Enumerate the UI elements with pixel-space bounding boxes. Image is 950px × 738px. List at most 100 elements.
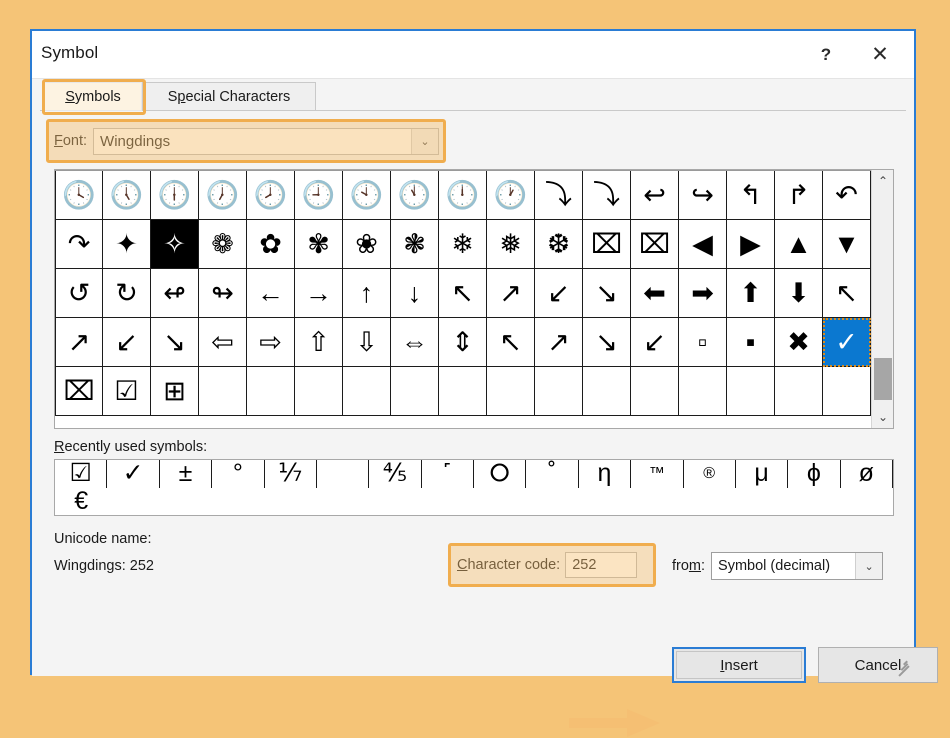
symbol-cell-empty[interactable] bbox=[295, 367, 343, 416]
symbol-cell[interactable]: ⌧ bbox=[55, 367, 103, 416]
symbol-cell[interactable]: ↖ bbox=[823, 269, 871, 318]
chevron-down-icon[interactable]: ⌄ bbox=[872, 406, 894, 428]
recent-symbol[interactable]: ˹ bbox=[422, 460, 474, 488]
symbol-cell[interactable]: ↗ bbox=[487, 269, 535, 318]
symbol-cell[interactable]: ✿ bbox=[247, 220, 295, 269]
insert-button[interactable]: Insert bbox=[672, 647, 806, 683]
symbol-cell[interactable]: ⬆ bbox=[727, 269, 775, 318]
character-code-input[interactable]: 252 bbox=[565, 552, 638, 578]
help-icon[interactable]: ? bbox=[802, 31, 850, 78]
chevron-down-icon[interactable]: ⌄ bbox=[855, 553, 883, 579]
recent-symbol[interactable]: ™ bbox=[631, 460, 684, 488]
symbol-cell[interactable]: ↗ bbox=[535, 318, 583, 367]
symbol-cell[interactable]: ➡ bbox=[679, 269, 727, 318]
symbol-cell[interactable]: ❅ bbox=[487, 220, 535, 269]
recent-symbol[interactable]: ± bbox=[160, 460, 213, 488]
symbol-cell-empty[interactable] bbox=[631, 367, 679, 416]
symbol-cell[interactable]: ▼ bbox=[823, 220, 871, 269]
symbol-cell[interactable]: ↰ bbox=[727, 171, 775, 220]
symbol-cell-empty[interactable] bbox=[391, 367, 439, 416]
symbol-cell[interactable]: ↘ bbox=[583, 269, 631, 318]
symbol-cell[interactable]: ▪ bbox=[727, 318, 775, 367]
symbol-cell-empty[interactable] bbox=[535, 367, 583, 416]
recent-symbol[interactable]: ⅘ bbox=[369, 460, 422, 488]
symbol-cell[interactable]: ⬅ bbox=[631, 269, 679, 318]
symbol-cell-empty[interactable] bbox=[487, 367, 535, 416]
symbol-cell[interactable]: ❄ bbox=[439, 220, 487, 269]
symbol-cell[interactable]: ⇦ bbox=[199, 318, 247, 367]
symbol-cell[interactable]: ↘ bbox=[151, 318, 199, 367]
symbol-cell[interactable]: ⬇ bbox=[775, 269, 823, 318]
symbol-cell[interactable]: ↻ bbox=[103, 269, 151, 318]
symbol-cell[interactable]: ⊞ bbox=[151, 367, 199, 416]
symbol-cell[interactable]: ↪ bbox=[679, 171, 727, 220]
symbol-cell[interactable]: 🕚 bbox=[391, 171, 439, 220]
symbol-cell[interactable]: ↑ bbox=[343, 269, 391, 318]
symbol-cell-empty[interactable] bbox=[439, 367, 487, 416]
symbol-cell[interactable]: ⇔ bbox=[391, 318, 439, 367]
symbol-cell[interactable]: → bbox=[295, 269, 343, 318]
scrollbar-thumb[interactable] bbox=[874, 358, 892, 400]
symbol-cell[interactable]: ▫ bbox=[679, 318, 727, 367]
symbol-cell[interactable]: ✦ bbox=[103, 220, 151, 269]
symbol-cell-empty[interactable] bbox=[679, 367, 727, 416]
symbol-cell-empty[interactable] bbox=[583, 367, 631, 416]
recent-symbol[interactable]: ø bbox=[841, 460, 893, 488]
symbol-cell[interactable]: ↙ bbox=[631, 318, 679, 367]
symbol-cell[interactable]: ⇧ bbox=[295, 318, 343, 367]
recent-symbol[interactable]: ⅐ bbox=[265, 460, 317, 488]
symbol-cell[interactable]: 🕐 bbox=[487, 171, 535, 220]
symbol-cell[interactable]: ✾ bbox=[295, 220, 343, 269]
symbol-cell[interactable]: ↫ bbox=[151, 269, 199, 318]
symbol-cell[interactable]: ↙ bbox=[535, 269, 583, 318]
symbol-cell-empty[interactable] bbox=[343, 367, 391, 416]
recent-symbol[interactable]: μ bbox=[736, 460, 789, 488]
symbol-cell[interactable]: 🕗 bbox=[247, 171, 295, 220]
recent-symbol[interactable]: ˚ bbox=[526, 460, 579, 488]
recent-symbol[interactable]: ☑ bbox=[55, 460, 108, 488]
symbol-cell[interactable]: ↙ bbox=[103, 318, 151, 367]
symbol-cell[interactable]: ▶ bbox=[727, 220, 775, 269]
chevron-down-icon[interactable]: ⌄ bbox=[411, 128, 438, 154]
symbol-cell[interactable]: ↖ bbox=[439, 269, 487, 318]
symbol-cell[interactable]: ❆ bbox=[535, 220, 583, 269]
resize-grip[interactable] bbox=[896, 658, 912, 677]
recent-symbol[interactable]: ® bbox=[684, 460, 736, 488]
recent-symbol[interactable]: € bbox=[55, 488, 107, 516]
symbol-cell[interactable]: ◀ bbox=[679, 220, 727, 269]
symbol-cell[interactable]: ⇕ bbox=[439, 318, 487, 367]
recent-symbol[interactable]: ✓ bbox=[107, 460, 160, 488]
symbol-cell[interactable]: 🕕 bbox=[151, 171, 199, 220]
from-combobox[interactable]: Symbol (decimal) ⌄ bbox=[711, 552, 884, 580]
font-combobox[interactable]: Wingdings ⌄ bbox=[93, 127, 439, 155]
symbol-cell-empty[interactable] bbox=[199, 367, 247, 416]
symbol-cell[interactable]: ❁ bbox=[199, 220, 247, 269]
recent-symbol[interactable]: ⭘ bbox=[474, 460, 527, 488]
symbol-cell[interactable]: ↺ bbox=[55, 269, 103, 318]
recent-symbol[interactable]: ° bbox=[212, 460, 265, 488]
symbol-cell-selected[interactable]: ✓ bbox=[823, 318, 871, 367]
symbol-cell-empty[interactable] bbox=[247, 367, 295, 416]
symbol-cell[interactable]: ⤵ bbox=[535, 171, 583, 220]
symbol-cell[interactable]: 🕙 bbox=[343, 171, 391, 220]
symbol-cell[interactable]: ↖ bbox=[487, 318, 535, 367]
close-icon[interactable]: ✕ bbox=[856, 31, 904, 78]
recent-symbol-empty[interactable] bbox=[317, 460, 370, 488]
symbol-cell[interactable]: ↬ bbox=[199, 269, 247, 318]
recent-symbol[interactable]: η bbox=[579, 460, 632, 488]
symbol-cell[interactable]: ✖ bbox=[775, 318, 823, 367]
symbol-cell[interactable]: ⌧ bbox=[583, 220, 631, 269]
symbol-cell[interactable]: 🕖 bbox=[199, 171, 247, 220]
symbol-cell[interactable]: 🕘 bbox=[295, 171, 343, 220]
symbol-cell[interactable]: ↘ bbox=[583, 318, 631, 367]
symbol-cell-empty[interactable] bbox=[727, 367, 775, 416]
symbol-cell[interactable]: ↗ bbox=[55, 318, 103, 367]
symbol-cell[interactable]: ← bbox=[247, 269, 295, 318]
tab-special-characters[interactable]: Special Characters bbox=[142, 82, 316, 111]
symbol-cell[interactable]: 🕔 bbox=[103, 171, 151, 220]
cancel-button[interactable]: Cancel bbox=[818, 647, 938, 683]
symbol-cell[interactable]: ↶ bbox=[823, 171, 871, 220]
recent-symbol[interactable]: ϕ bbox=[788, 460, 841, 488]
symbol-cell[interactable]: ↱ bbox=[775, 171, 823, 220]
symbol-cell[interactable]: ▲ bbox=[775, 220, 823, 269]
